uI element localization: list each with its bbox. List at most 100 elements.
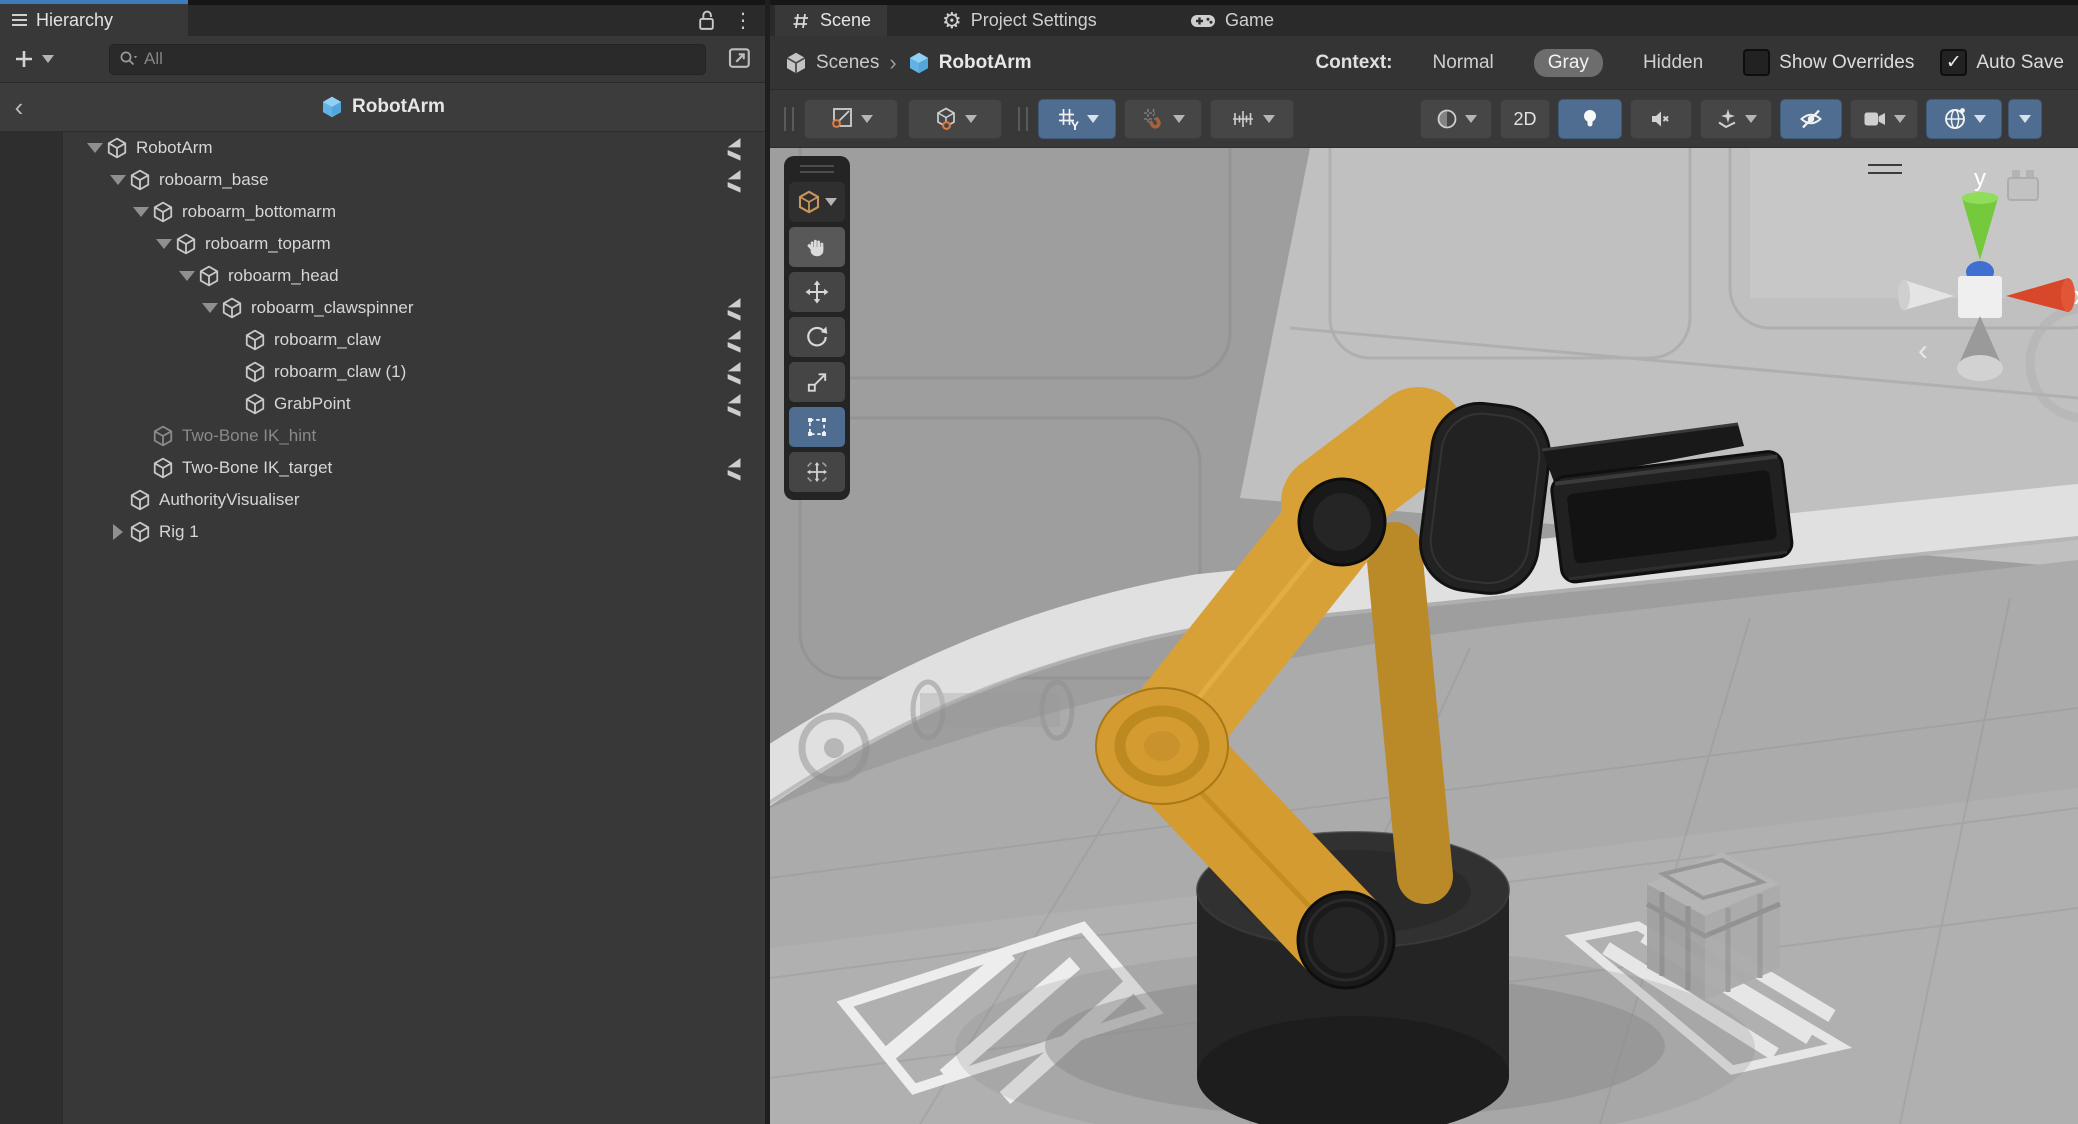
gizmos-dropdown[interactable] — [2008, 99, 2042, 139]
tree-row[interactable]: RobotArm — [0, 132, 765, 164]
tool-handle-rotation-button[interactable] — [908, 99, 1002, 139]
gameobject-cube-icon — [244, 361, 266, 383]
speaker-icon[interactable] — [723, 137, 743, 161]
speaker-icon[interactable] — [723, 457, 743, 481]
grid-snapping-button[interactable]: Y — [1038, 99, 1116, 139]
persp-collapsed-label[interactable]: ‹ — [1918, 334, 1928, 368]
scene-viewport[interactable]: y x ‹ — [770, 148, 2078, 1124]
rotate-tool-button[interactable] — [789, 317, 845, 357]
tool-context-cube-icon — [797, 190, 821, 214]
rotate-tool-icon — [805, 325, 829, 349]
expand-arrow[interactable] — [107, 521, 129, 543]
orientation-gizmo[interactable]: y x — [1878, 148, 2078, 388]
gameobject-label: Two-Bone IK_target — [182, 458, 332, 478]
speaker-icon[interactable] — [723, 361, 743, 385]
context-option-hidden[interactable]: Hidden — [1629, 49, 1717, 77]
tab-game[interactable]: Game — [1174, 5, 1290, 36]
search-input[interactable] — [144, 49, 697, 69]
scale-tool-button[interactable] — [789, 362, 845, 402]
tree-row[interactable]: Rig 1 — [0, 516, 765, 548]
effects-star-icon — [1715, 107, 1739, 131]
context-option-gray[interactable]: Gray — [1534, 49, 1603, 77]
overlay-drag-handle[interactable] — [800, 165, 834, 173]
show-overrides-checkbox[interactable]: ✓ — [1743, 49, 1770, 76]
tree-row[interactable]: AuthorityVisualiser — [0, 484, 765, 516]
tree-row[interactable]: roboarm_toparm — [0, 228, 765, 260]
transform-tool-button[interactable] — [789, 452, 845, 492]
scene-lighting-button[interactable] — [1558, 99, 1622, 139]
tree-row[interactable]: Two-Bone IK_hint — [0, 420, 765, 452]
tool-handle-position-button[interactable] — [804, 99, 898, 139]
gizmos-button[interactable] — [1926, 99, 2002, 139]
speaker-icon[interactable] — [723, 393, 743, 417]
expand-arrow[interactable] — [176, 265, 198, 287]
tab-hierarchy[interactable]: Hierarchy — [0, 0, 188, 36]
shaded-sphere-icon — [1435, 107, 1459, 131]
panel-menu-icon[interactable]: ⋮ — [733, 8, 753, 33]
create-dropdown-caret — [42, 55, 54, 63]
expand-arrow[interactable] — [199, 297, 221, 319]
unlock-icon[interactable] — [696, 9, 717, 33]
effects-button[interactable] — [1700, 99, 1772, 139]
move-tool-button[interactable] — [789, 272, 845, 312]
create-object-button[interactable] — [12, 47, 54, 71]
scene-panel: Scene ⚙ Project Settings Game — [770, 0, 2078, 1124]
gameobject-label: RobotArm — [136, 138, 213, 158]
tab-project-settings[interactable]: ⚙ Project Settings — [926, 5, 1113, 36]
plus-icon — [12, 47, 36, 71]
tree-row[interactable]: Two-Bone IK_target — [0, 452, 765, 484]
gameobject-cube-icon — [129, 489, 151, 511]
context-option-normal[interactable]: Normal — [1419, 49, 1508, 77]
popout-window-button[interactable] — [725, 43, 755, 76]
expand-arrow[interactable] — [107, 169, 129, 191]
ruler-tool-button[interactable] — [1210, 99, 1294, 139]
2d-label: 2D — [1513, 109, 1536, 130]
draw-mode-button[interactable] — [1420, 99, 1492, 139]
hierarchy-toolbar — [0, 36, 765, 82]
scenes-root-icon — [784, 51, 808, 75]
scene-visibility-button[interactable] — [1780, 99, 1842, 139]
scene-toolbar: Y — [770, 90, 2078, 148]
tool-context-button[interactable] — [789, 182, 845, 222]
tree-row[interactable]: roboarm_claw (1) — [0, 356, 765, 388]
scene-camera-button[interactable] — [1850, 99, 1918, 139]
scene-audio-button[interactable] — [1630, 99, 1692, 139]
show-overrides-group[interactable]: ✓ Show Overrides — [1743, 49, 1914, 76]
tab-scene[interactable]: Scene — [775, 5, 887, 36]
expand-arrow[interactable] — [153, 233, 175, 255]
gizmo-y-label: y — [1974, 165, 1986, 192]
ruler-icon — [1229, 106, 1257, 132]
tree-row[interactable]: roboarm_clawspinner — [0, 292, 765, 324]
tree-row[interactable]: roboarm_base — [0, 164, 765, 196]
unity-editor-window: Hierarchy ⋮ — [0, 0, 2078, 1124]
toolbar-drag-handle[interactable] — [1018, 107, 1028, 131]
gear-icon: ⚙ — [942, 10, 962, 32]
toolbar-drag-handle[interactable] — [784, 107, 794, 131]
tree-row[interactable]: roboarm_bottomarm — [0, 196, 765, 228]
breadcrumb-scenes[interactable]: Scenes — [816, 52, 879, 74]
tree-row[interactable]: roboarm_claw — [0, 324, 765, 356]
snap-increment-button[interactable] — [1124, 99, 1202, 139]
auto-save-group[interactable]: ✓ Auto Save — [1940, 49, 2064, 76]
tab-scene-label: Scene — [820, 10, 871, 31]
tool-context-caret — [825, 198, 837, 206]
hierarchy-searchbox[interactable] — [109, 44, 706, 75]
speaker-icon[interactable] — [723, 297, 743, 321]
camera-icon — [1862, 108, 1888, 130]
view-hand-tool-button[interactable] — [789, 227, 845, 267]
expand-arrow — [107, 489, 129, 511]
prefab-back-button[interactable]: ‹ — [2, 83, 36, 131]
speaker-icon[interactable] — [723, 169, 743, 193]
auto-save-checkbox[interactable]: ✓ — [1940, 49, 1967, 76]
gameobject-label: roboarm_bottomarm — [182, 202, 336, 222]
speaker-icon[interactable] — [723, 329, 743, 353]
tree-row[interactable]: roboarm_head — [0, 260, 765, 292]
rect-tool-button[interactable] — [789, 407, 845, 447]
2d-toggle-button[interactable]: 2D — [1500, 99, 1550, 139]
expand-arrow[interactable] — [130, 201, 152, 223]
gameobject-label: roboarm_toparm — [205, 234, 331, 254]
tab-game-label: Game — [1225, 10, 1274, 31]
gameobject-cube-icon — [175, 233, 197, 255]
tree-row[interactable]: GrabPoint — [0, 388, 765, 420]
expand-arrow[interactable] — [84, 137, 106, 159]
